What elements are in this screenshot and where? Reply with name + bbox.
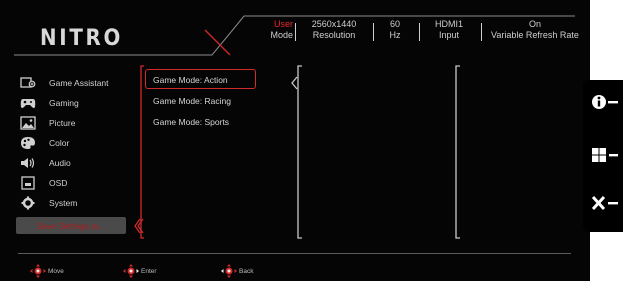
status-mode: User Mode [263,19,293,41]
submenu-item-action[interactable]: Game Mode: Action [153,75,228,85]
status-resolution: 2560x1440 Resolution [308,19,360,41]
osd-icon [20,176,36,190]
menu-item-gaming[interactable]: Gaming [20,94,130,112]
menu-label: Picture [49,118,76,128]
menu-label: Game Assistant [49,78,109,88]
status-label: Hz [389,30,401,40]
column-bracket [291,65,302,239]
status-separator [373,23,374,41]
column-bracket [455,65,460,239]
menu-item-audio[interactable]: Audio [20,154,130,172]
status-label: Input [438,30,460,40]
nav-move: Move [30,264,64,278]
status-value: 60 [389,19,400,29]
status-separator [419,23,420,41]
osd-window: NITRO User Mode 2560x1440 Resolution 60 … [0,0,590,281]
menu-item-osd[interactable]: OSD [20,174,130,192]
picture-icon [20,116,36,130]
speaker-icon [20,156,36,170]
menu-item-color[interactable]: Color [20,134,130,152]
gear-icon [20,196,36,210]
submenu-item-racing[interactable]: Game Mode: Racing [153,96,231,106]
submenu-item-sports[interactable]: Game Mode: Sports [153,117,229,127]
status-label: Mode [270,30,293,40]
status-label: Variable Refresh Rate [491,30,579,40]
info-button[interactable] [590,93,622,111]
palette-icon [20,136,36,150]
nav-label: Back [239,267,254,275]
menu-item-system[interactable]: System [20,194,130,212]
exit-button[interactable] [590,194,622,212]
menu-label: Gaming [49,98,79,108]
nav-enter: Enter [123,264,157,278]
status-refresh: 60 Hz [384,19,406,41]
status-value: 2560x1440 [311,19,357,29]
nav-back: Back [221,264,253,278]
save-settings-button[interactable]: Save Settings to... [16,217,126,234]
menu-item-picture[interactable]: Picture [20,114,130,132]
status-value: HDMI1 [434,19,463,29]
menu-label: Color [49,138,70,148]
nitro-logo: NITRO [40,26,124,51]
menu-label: Audio [49,158,71,168]
joystick-icon [30,264,46,278]
status-value: On [528,19,541,29]
status-separator [481,23,482,41]
info-icon [590,95,622,115]
menu-label: OSD [49,178,68,188]
game-assistant-icon [20,76,36,90]
joystick-icon [123,264,139,278]
status-separator [295,23,296,41]
status-label: Resolution [312,30,356,40]
nav-label: Enter [141,267,157,275]
nav-label: Move [48,267,64,275]
status-value: User [273,19,293,29]
status-input: HDMI1 Input [431,19,467,41]
grid-icon [590,148,622,168]
gamepad-icon [20,96,36,110]
bottom-divider [18,253,571,254]
close-icon [590,195,622,216]
input-source-button[interactable] [590,146,622,164]
menu-label: System [49,198,78,208]
status-vrr: On Variable Refresh Rate [490,19,580,41]
joystick-icon [221,264,237,278]
menu-item-game-assistant[interactable]: Game Assistant [20,74,130,92]
